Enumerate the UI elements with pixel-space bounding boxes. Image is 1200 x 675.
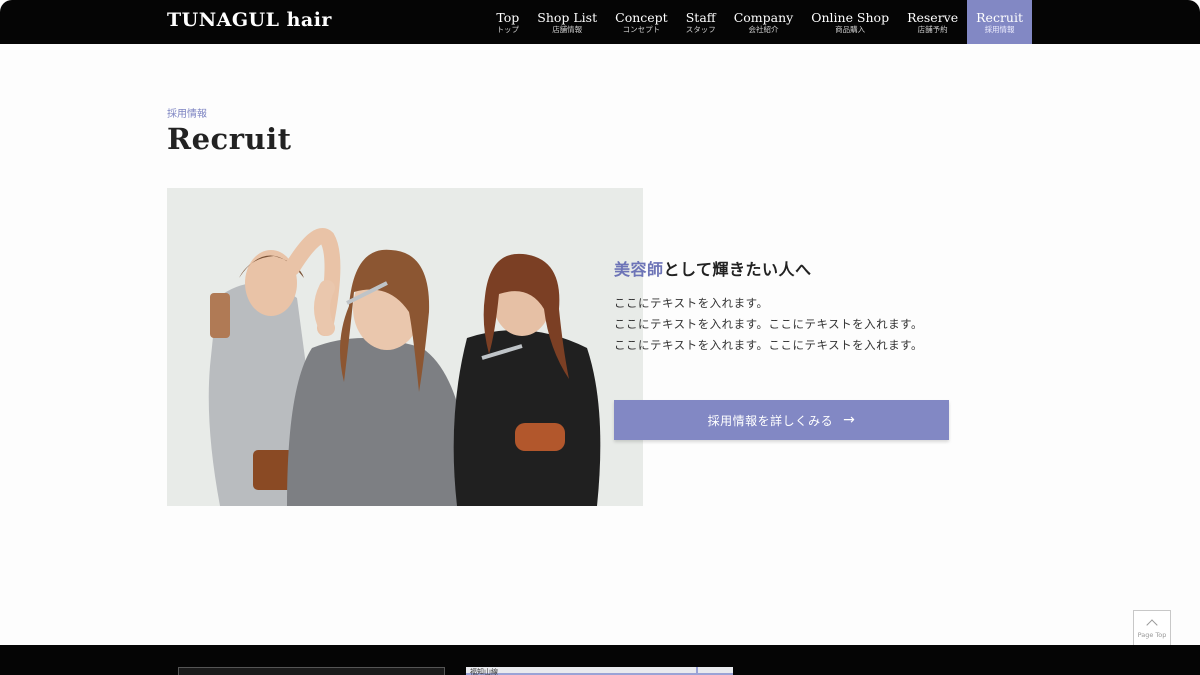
nav-item-recruit[interactable]: Recruit 採用情報 (967, 0, 1032, 44)
nav-label-ja: 会社紹介 (748, 24, 779, 34)
nav-item-concept[interactable]: Concept コンセプト (606, 0, 677, 44)
map-road (696, 667, 698, 675)
recruit-body-text: ここにテキストを入れます。 ここにテキストを入れます。ここにテキストを入れます。… (614, 293, 923, 356)
nav-label-ja: 商品購入 (835, 24, 866, 34)
cta-label: 採用情報を詳しくみる (707, 413, 834, 428)
footer-card (178, 667, 445, 675)
nav-label-ja: スタッフ (685, 24, 716, 34)
stylists-photo-illustration (167, 188, 643, 506)
nav-label-ja: コンセプト (622, 24, 661, 34)
body-line: ここにテキストを入れます。ここにテキストを入れます。 (614, 338, 924, 352)
nav-label-ja: 店舗情報 (552, 24, 583, 34)
nav-label-en: Reserve (907, 9, 959, 25)
page-top-button[interactable]: Page Top (1133, 610, 1171, 646)
nav-item-reserve[interactable]: Reserve 店舗予約 (898, 0, 967, 44)
nav-label-en: Top (496, 9, 520, 25)
nav-label-en: Company (733, 9, 794, 25)
map-label: 福知山線 (470, 668, 498, 675)
main-nav: Top トップ Shop List 店舗情報 Concept コンセプト Sta… (487, 0, 1032, 44)
headline-accent: 美容師 (614, 260, 664, 279)
chevron-up-icon (1146, 619, 1158, 631)
page-top-label: Page Top (1137, 631, 1167, 639)
footer-map[interactable]: 福知山線 (466, 667, 733, 675)
nav-label-en: Shop List (537, 9, 598, 25)
section-title: Recruit (167, 122, 292, 156)
nav-item-shop-list[interactable]: Shop List 店舗情報 (528, 0, 606, 44)
nav-label-en: Recruit (976, 9, 1023, 25)
nav-item-staff[interactable]: Staff スタッフ (677, 0, 725, 44)
nav-label-en: Concept (615, 9, 668, 25)
body-line: ここにテキストを入れます。ここにテキストを入れます。 (614, 317, 924, 331)
arrow-right-icon: → (843, 412, 856, 428)
recruit-headline: 美容師として輝きたい人へ (614, 256, 812, 280)
recruit-details-button[interactable]: 採用情報を詳しくみる → (614, 400, 949, 440)
headline-rest: として輝きたい人へ (663, 260, 812, 279)
site-header: TUNAGUL hair Top トップ Shop List 店舗情報 Conc… (0, 0, 1200, 44)
nav-label-ja: 店舗予約 (917, 24, 948, 34)
nav-label-ja: トップ (496, 24, 520, 34)
section-subtitle: 採用情報 (167, 109, 207, 120)
recruit-photo (167, 188, 643, 506)
nav-label-en: Online Shop (811, 9, 890, 25)
nav-item-online-shop[interactable]: Online Shop 商品購入 (802, 0, 898, 44)
nav-label-en: Staff (685, 9, 716, 25)
site-logo[interactable]: TUNAGUL hair (167, 9, 332, 31)
nav-label-ja: 採用情報 (984, 24, 1015, 34)
body-line: ここにテキストを入れます。 (614, 296, 769, 310)
nav-item-top[interactable]: Top トップ (487, 0, 528, 44)
nav-item-company[interactable]: Company 会社紹介 (725, 0, 803, 44)
site-footer: 福知山線 (0, 645, 1200, 675)
